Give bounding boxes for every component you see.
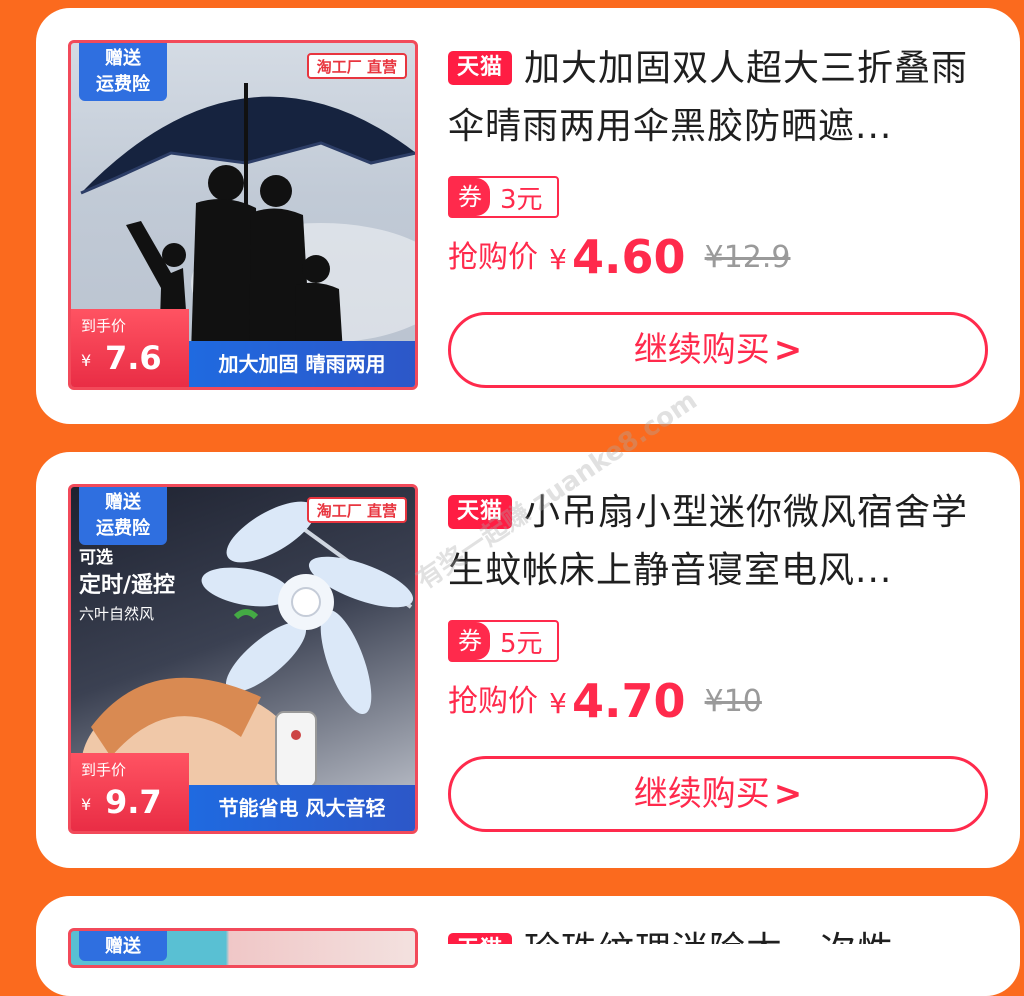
chevron-right-icon: > <box>773 330 803 370</box>
coupon-amount: 5元 <box>500 628 543 659</box>
feature-sub: 六叶自然风 <box>79 605 155 623</box>
image-banner: 加大加固 晴雨两用 <box>189 341 415 387</box>
gift-badge: 赠送 运费险 <box>79 43 167 101</box>
continue-buy-button[interactable]: 继续购买 > <box>448 756 988 832</box>
image-banner: 节能省电 风大音轻 <box>189 785 415 831</box>
product-title[interactable]: 天猫 加大加固双人超大三折叠雨伞晴雨两用伞黑胶防晒遮... <box>448 40 968 156</box>
gift-badge-line1: 赠送 <box>105 936 141 957</box>
product-title[interactable]: 天猫珍珠纹理消除木一次性纯... <box>448 922 968 944</box>
product-image[interactable]: 赠送 运费险 淘工厂 直营 可选 定时/遥控 六叶自然风 到手价 ¥ 9.7 节… <box>68 484 418 834</box>
hand-price-currency: ¥ <box>81 351 92 370</box>
hand-price-currency: ¥ <box>81 795 92 814</box>
gift-badge: 赠送 运费险 <box>79 487 167 545</box>
gift-badge-line2: 运费险 <box>96 74 150 95</box>
price-label: 抢购价 <box>448 684 538 719</box>
continue-buy-label: 继续购买 <box>633 774 770 814</box>
product-title-text: 加大加固双人超大三折叠雨伞晴雨两用伞黑胶防晒遮... <box>448 48 968 147</box>
price-label: 抢购价 <box>448 240 538 275</box>
coupon-badge: 券 3元 <box>448 176 559 218</box>
feature-big: 定时/遥控 <box>79 573 176 598</box>
hand-price-value: 9.7 <box>105 783 162 821</box>
original-price: ¥10 <box>704 684 762 719</box>
gift-badge-line2: 运费险 <box>96 518 150 539</box>
original-price: ¥12.9 <box>704 240 791 275</box>
hand-price-tag: 到手价 ¥ 7.6 <box>71 309 189 387</box>
hand-price-label: 到手价 <box>81 317 127 335</box>
factory-badge: 淘工厂 直营 <box>306 497 407 523</box>
coupon-label: 券 <box>450 178 490 216</box>
current-price: 4.70 <box>572 674 686 728</box>
product-image[interactable]: 赠送 运费险 淘工厂 直营 到手价 ¥ 7.6 加大加固 晴雨两用 <box>68 40 418 390</box>
coupon-label: 券 <box>450 622 490 660</box>
hand-price-label: 到手价 <box>81 761 127 779</box>
chevron-right-icon: > <box>773 774 803 814</box>
gift-badge-line1: 赠送 <box>105 492 141 513</box>
price-line: 抢购价 ¥ 4.60 ¥12.9 <box>448 230 791 290</box>
continue-buy-label: 继续购买 <box>633 330 770 370</box>
tmall-tag: 天猫 <box>448 51 512 85</box>
factory-badge: 淘工厂 直营 <box>306 53 407 79</box>
hand-price-value: 7.6 <box>105 339 162 377</box>
price-currency: ¥ <box>549 687 567 720</box>
hand-price-tag: 到手价 ¥ 9.7 <box>71 753 189 831</box>
gift-badge-line1: 赠送 <box>105 48 141 69</box>
continue-buy-button[interactable]: 继续购买 > <box>448 312 988 388</box>
price-currency: ¥ <box>549 243 567 276</box>
coupon-amount: 3元 <box>500 184 543 215</box>
product-image[interactable]: 赠送 <box>68 928 418 968</box>
tmall-tag: 天猫 <box>448 933 512 944</box>
current-price: 4.60 <box>572 230 686 284</box>
feature-small: 可选 <box>79 548 113 568</box>
product-title-text: 珍珠纹理消除木一次性纯... <box>448 930 894 944</box>
price-line: 抢购价 ¥ 4.70 ¥10 <box>448 674 762 734</box>
coupon-badge: 券 5元 <box>448 620 559 662</box>
gift-badge: 赠送 <box>79 931 167 961</box>
